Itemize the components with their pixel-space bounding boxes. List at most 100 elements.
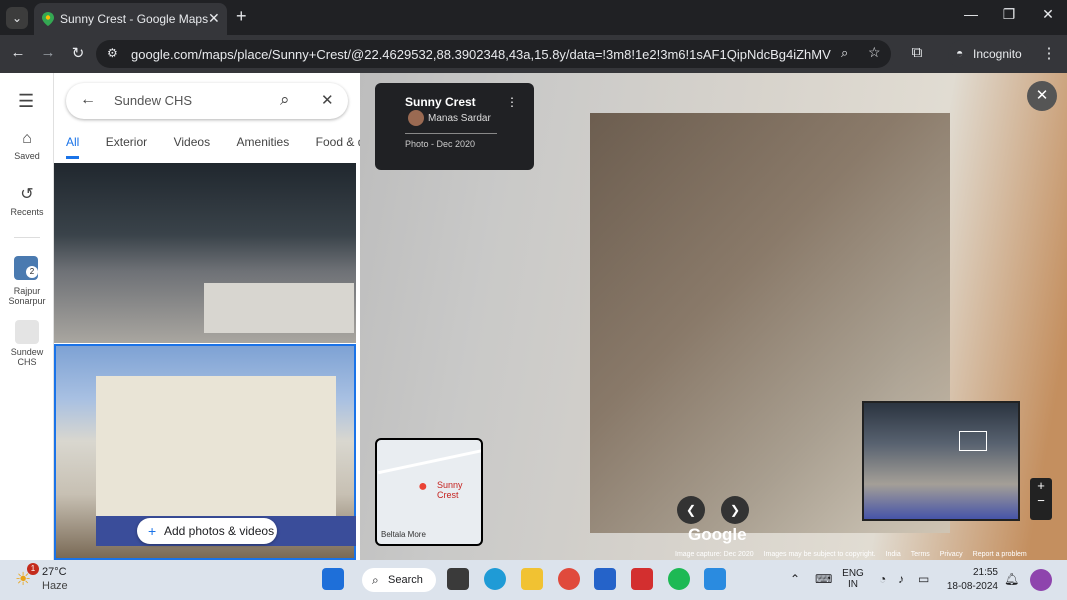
minimap-street-label: Beltala More (381, 530, 426, 539)
photo-viewer[interactable]: Sunny Crest ⋮ Manas Sardar Photo - Dec 2… (360, 73, 1067, 560)
url-text[interactable]: google.com/maps/place/Sunny+Crest/@22.46… (131, 47, 831, 62)
rail-divider (14, 237, 40, 238)
wifi-icon[interactable]: ◔ (879, 572, 886, 586)
tab-food-drink[interactable]: Food & drink (316, 135, 360, 156)
minimap[interactable]: ● Sunny Crest Beltala More (375, 438, 483, 546)
history-icon: ↺ (20, 186, 34, 203)
back-icon[interactable]: ← (8, 44, 28, 61)
zoom-icon[interactable]: ⌕ (841, 45, 848, 61)
language-code: ENG (842, 568, 864, 579)
store-icon[interactable] (594, 568, 616, 590)
weather-temperature[interactable]: 27°C (42, 566, 67, 578)
new-tab-icon[interactable]: + (236, 6, 247, 27)
photo-thumbnail[interactable] (54, 163, 356, 343)
photos-panel: ← ⌕ ✕ All Exterior Videos Amenities Food… (54, 73, 360, 560)
back-arrow-icon[interactable]: ← (80, 91, 96, 109)
volume-icon[interactable]: ♪ (898, 572, 904, 586)
google-logo: Google (688, 525, 747, 544)
tab-all[interactable]: All (66, 135, 80, 159)
search-box[interactable]: ← ⌕ ✕ (66, 83, 348, 119)
taskbar-search-button[interactable]: ⌕ Search (362, 568, 436, 592)
road-shape (377, 448, 481, 475)
address-bar[interactable]: ⚙ google.com/maps/place/Sunny+Crest/@22.… (96, 40, 891, 68)
region-code: IN (848, 579, 858, 590)
photo-category-tabs: All Exterior Videos Amenities Food & dri… (54, 133, 360, 163)
edge-icon[interactable] (484, 568, 506, 590)
building-shape (96, 376, 336, 526)
incognito-label: Incognito (973, 47, 1022, 61)
tab-exterior[interactable]: Exterior (106, 135, 147, 156)
clock-time[interactable]: 21:55 (968, 567, 998, 578)
region-link[interactable]: India (886, 551, 901, 558)
author-name[interactable]: Manas Sardar (428, 113, 491, 124)
next-photo-icon[interactable]: ❯ (721, 496, 749, 524)
weather-description[interactable]: Haze (42, 580, 68, 592)
tab-amenities[interactable]: Amenities (237, 135, 290, 156)
copilot-icon[interactable] (1030, 569, 1052, 591)
keyboard-icon[interactable]: ⌨ (815, 572, 832, 586)
forward-icon[interactable]: → (38, 44, 58, 61)
zoom-control: + − (1030, 478, 1052, 520)
report-problem-link[interactable]: Report a problem (973, 551, 1027, 558)
add-photos-button[interactable]: + Add photos & videos (137, 518, 277, 544)
terms-link[interactable]: Terms (911, 551, 930, 558)
bookmark-icon: ⌂ (22, 130, 32, 147)
task-view-icon[interactable] (447, 568, 469, 590)
weather-badge: 1 (27, 563, 39, 575)
language-indicator[interactable]: ENG IN (840, 568, 866, 590)
start-button-icon[interactable] (322, 568, 344, 590)
zoom-out-icon[interactable]: − (1030, 493, 1052, 508)
close-viewer-icon[interactable]: ✕ (1027, 81, 1057, 111)
extensions-icon[interactable]: ⧉ (907, 44, 927, 61)
search-input[interactable] (114, 93, 264, 108)
reload-icon[interactable]: ↻ (68, 44, 88, 62)
recents-button[interactable]: ↺ Recents (0, 184, 54, 217)
author-avatar[interactable] (408, 110, 424, 126)
site-info-icon[interactable]: ⚙ (107, 46, 118, 60)
notifications-icon[interactable]: 🔔︎ (1004, 572, 1019, 586)
show-hidden-icons-icon[interactable]: ⌃ (790, 572, 800, 586)
card-divider (405, 133, 497, 134)
recent-place-label: Sundew CHS (10, 347, 44, 367)
plus-icon: + (148, 523, 157, 539)
maps-app-icon[interactable] (704, 568, 726, 590)
previous-photo-icon[interactable]: ❮ (677, 496, 705, 524)
overview-thumbnail[interactable] (862, 401, 1020, 521)
menu-icon[interactable]: ☰ (18, 91, 34, 112)
wall-shape (204, 283, 354, 333)
recent-count-badge: 2 (26, 266, 38, 278)
window-close-icon[interactable]: ✕ (1038, 6, 1058, 23)
search-icon[interactable]: ⌕ (280, 90, 290, 110)
tab-search-chevron-icon[interactable]: ⌄ (6, 7, 28, 29)
restore-icon[interactable]: ❐ (999, 6, 1019, 23)
maps-nav-rail: ☰ ⌂ Saved ↺ Recents 2 Rajpur Sonarpur Su… (0, 73, 54, 560)
image-capture-label: Image capture: Dec 2020 (675, 551, 754, 558)
recents-label: Recents (10, 207, 44, 217)
browser-tab[interactable]: Sunny Crest - Google Maps ✕ (34, 3, 227, 35)
incognito-indicator[interactable]: ◓ Incognito (948, 40, 1030, 68)
tab-close-icon[interactable]: ✕ (208, 10, 220, 27)
chrome-icon[interactable] (558, 568, 580, 590)
browser-menu-icon[interactable]: ⋮ (1039, 44, 1059, 62)
file-explorer-icon[interactable] (521, 568, 543, 590)
photo-date: Photo - Dec 2020 (405, 139, 476, 149)
place-name[interactable]: Sunny Crest (405, 95, 476, 109)
tab-strip: ⌄ Sunny Crest - Google Maps ✕ + — ❐ ✕ (0, 0, 1067, 35)
spotify-icon[interactable] (668, 568, 690, 590)
tab-videos[interactable]: Videos (174, 135, 210, 156)
location-pin-icon: ● (418, 478, 428, 495)
zoom-in-icon[interactable]: + (1030, 478, 1052, 493)
photo-info-card: Sunny Crest ⋮ Manas Sardar Photo - Dec 2… (375, 83, 534, 170)
more-options-icon[interactable]: ⋮ (506, 95, 518, 109)
bookmark-star-icon[interactable]: ☆ (868, 44, 881, 61)
clock-date[interactable]: 18-08-2024 (944, 581, 998, 592)
minimize-icon[interactable]: — (961, 6, 981, 22)
saved-button[interactable]: ⌂ Saved (0, 130, 54, 161)
taskbar-search-label: Search (388, 574, 423, 586)
copyright-label: Images may be subject to copyright. (763, 551, 876, 558)
clear-search-icon[interactable]: ✕ (321, 91, 334, 109)
battery-icon[interactable]: ▭ (918, 572, 929, 586)
acrobat-icon[interactable] (631, 568, 653, 590)
privacy-link[interactable]: Privacy (940, 551, 963, 558)
incognito-icon: ◓ (956, 46, 964, 60)
